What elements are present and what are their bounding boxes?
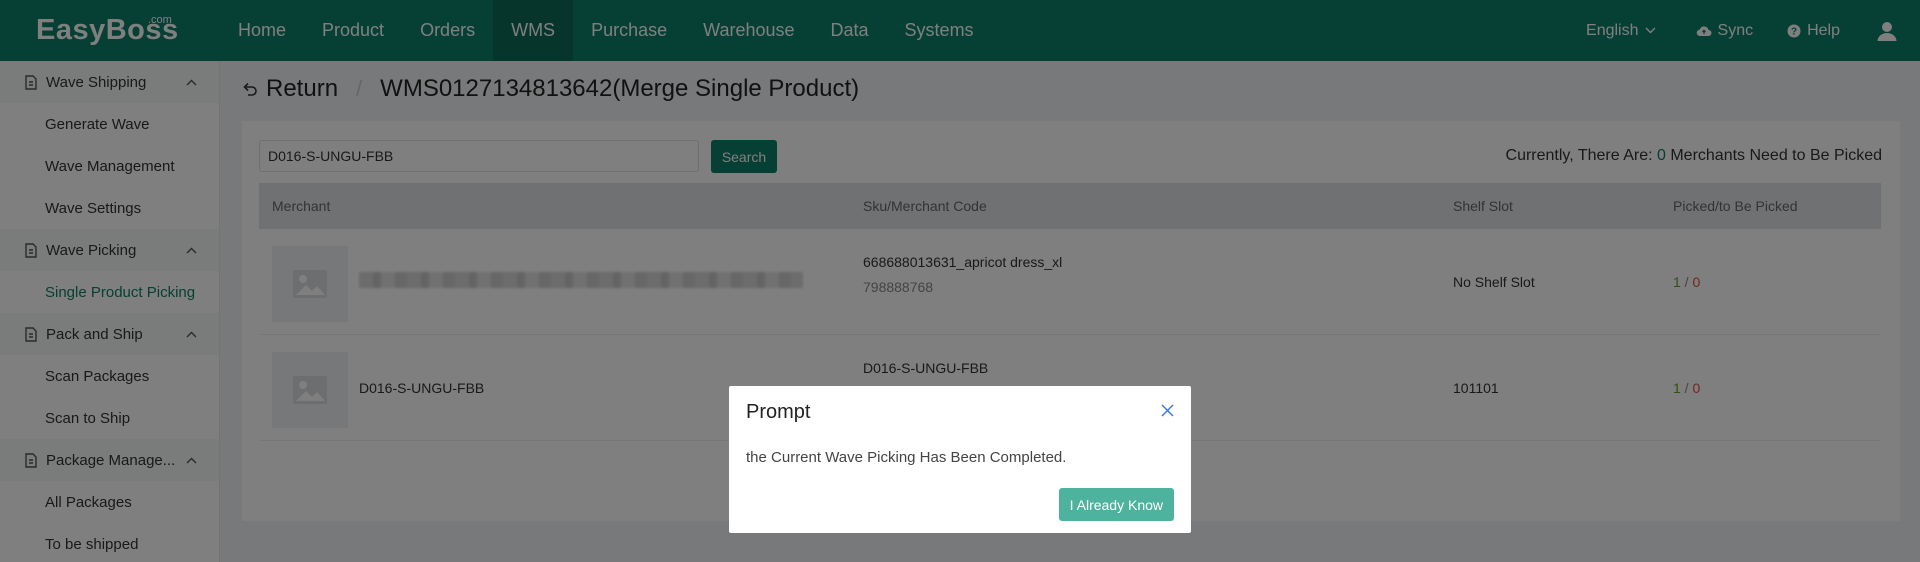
close-icon[interactable] (1161, 404, 1174, 417)
acknowledge-button[interactable]: I Already Know (1058, 488, 1174, 521)
prompt-dialog: Prompt the Current Wave Picking Has Been… (729, 386, 1191, 533)
dialog-title: Prompt (746, 401, 811, 423)
dialog-message: the Current Wave Picking Has Been Comple… (746, 449, 1067, 466)
